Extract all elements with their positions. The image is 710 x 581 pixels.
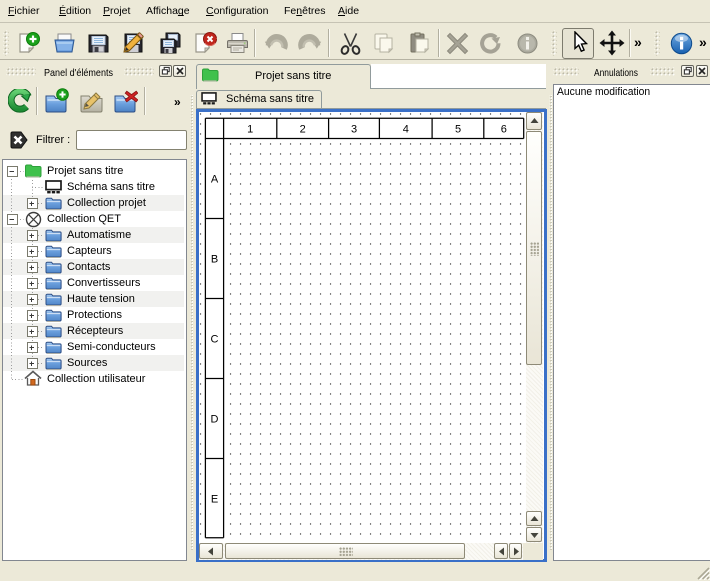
svg-text:6: 6 xyxy=(500,123,506,135)
svg-text:4: 4 xyxy=(402,123,408,135)
svg-text:2: 2 xyxy=(299,123,305,135)
svg-text:B: B xyxy=(210,253,217,265)
svg-text:C: C xyxy=(210,333,218,345)
svg-text:3: 3 xyxy=(350,123,356,135)
svg-text:E: E xyxy=(210,493,217,505)
svg-text:A: A xyxy=(210,173,218,185)
svg-text:D: D xyxy=(210,413,218,425)
svg-text:5: 5 xyxy=(454,123,460,135)
svg-text:1: 1 xyxy=(247,123,253,135)
